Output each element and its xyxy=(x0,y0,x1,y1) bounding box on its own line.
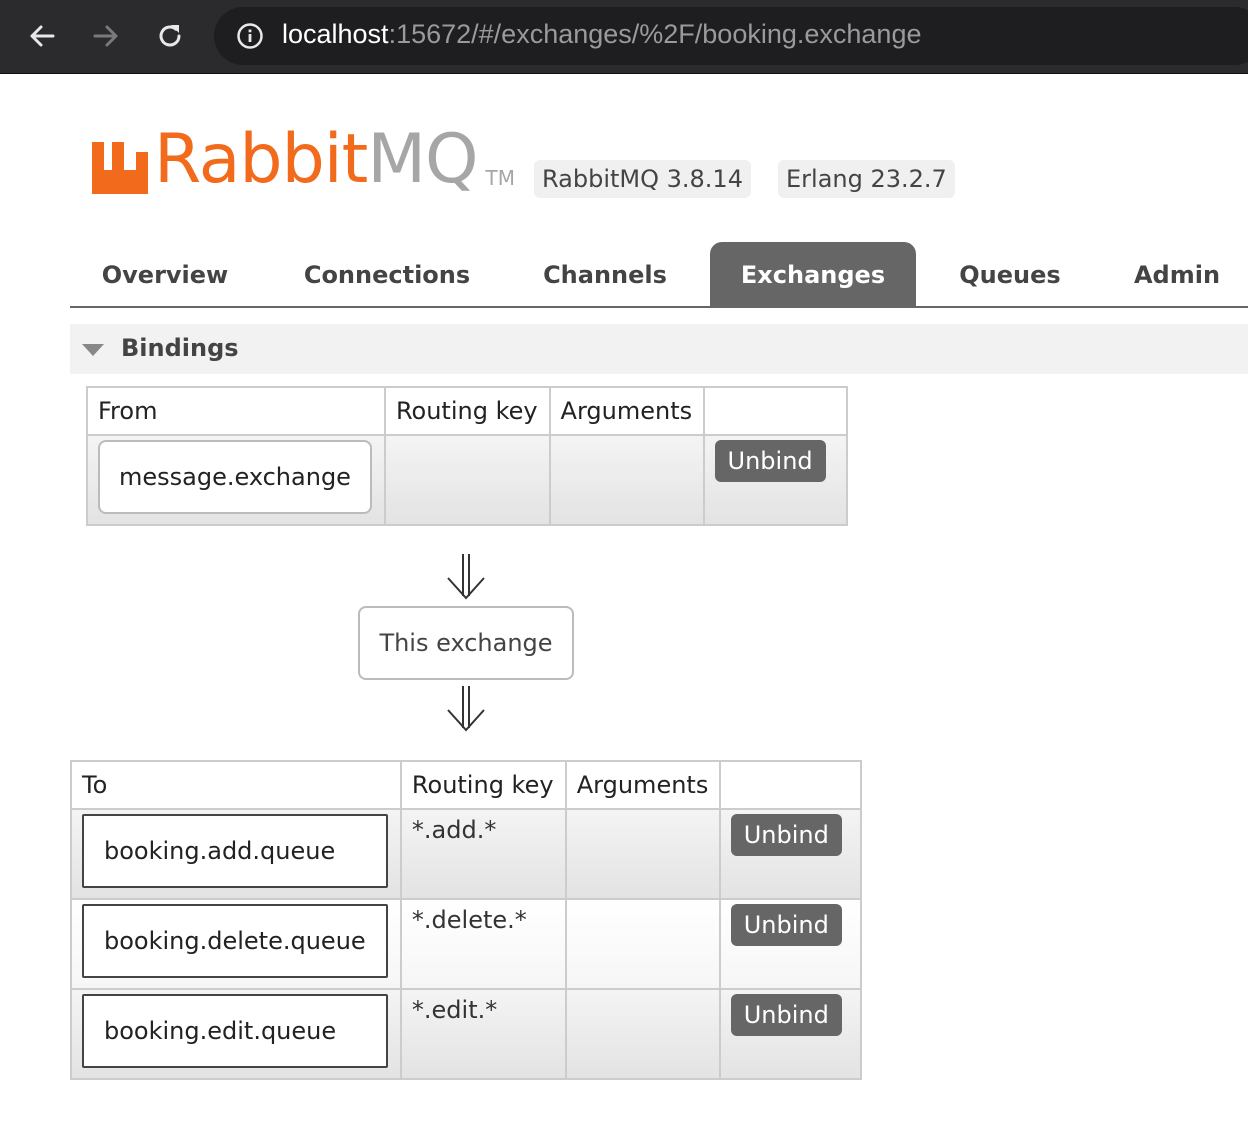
forward-arrow-icon[interactable] xyxy=(84,14,128,58)
destination-queue-link[interactable]: booking.add.queue xyxy=(82,814,388,888)
rabbit-logo-icon xyxy=(92,132,148,194)
rabbitmq-logo[interactable]: Rabbit MQ TM xyxy=(92,124,515,194)
column-header-routing-key: Routing key xyxy=(383,386,551,436)
routing-key-cell: *.delete.* xyxy=(411,906,527,934)
unbind-button[interactable]: Unbind xyxy=(730,994,842,1036)
double-down-arrow-icon xyxy=(447,554,485,600)
column-header-arguments: Arguments xyxy=(548,386,705,436)
tab-overview[interactable]: Overview xyxy=(88,242,242,306)
url-host: localhost xyxy=(282,19,389,49)
arguments-cell xyxy=(551,436,703,442)
arguments-cell xyxy=(567,900,719,906)
table-row: booking.add.queue *.add.* Unbind xyxy=(70,808,863,900)
double-down-arrow-icon xyxy=(447,686,485,732)
section-title: Bindings xyxy=(121,334,239,362)
column-header-arguments: Arguments xyxy=(564,760,721,810)
url-path: :15672/#/exchanges/%2F/booking.exchange xyxy=(388,19,922,49)
unbind-button[interactable]: Unbind xyxy=(714,440,826,482)
column-header-actions xyxy=(718,760,863,810)
column-header-to: To xyxy=(70,760,402,810)
from-bindings-table: From Routing key Arguments message.excha… xyxy=(86,386,849,526)
table-row: booking.delete.queue *.delete.* Unbind xyxy=(70,898,863,990)
column-header-from: From xyxy=(86,386,386,436)
url-text: localhost:15672/#/exchanges/%2F/booking.… xyxy=(282,19,921,50)
arguments-cell xyxy=(567,990,719,996)
erlang-version-badge: Erlang 23.2.7 xyxy=(778,160,955,198)
tab-exchanges[interactable]: Exchanges xyxy=(710,242,916,306)
address-bar[interactable]: localhost:15672/#/exchanges/%2F/booking.… xyxy=(214,7,1248,65)
tab-queues[interactable]: Queues xyxy=(944,242,1076,306)
routing-key-cell xyxy=(386,436,549,442)
arguments-cell xyxy=(567,810,719,816)
unbind-button[interactable]: Unbind xyxy=(730,904,842,946)
main-nav-tabs: Overview Connections Channels Exchanges … xyxy=(70,242,1248,308)
table-row: booking.edit.queue *.edit.* Unbind xyxy=(70,988,863,1080)
back-arrow-icon[interactable] xyxy=(20,14,64,58)
info-icon[interactable] xyxy=(236,22,264,50)
destination-queue-link[interactable]: booking.delete.queue xyxy=(82,904,388,978)
tab-channels[interactable]: Channels xyxy=(530,242,680,306)
to-bindings-table: To Routing key Arguments booking.add.que… xyxy=(70,760,863,1080)
rabbitmq-version-badge: RabbitMQ 3.8.14 xyxy=(534,160,751,198)
tab-admin[interactable]: Admin xyxy=(1120,242,1234,306)
bindings-section-toggle[interactable]: Bindings xyxy=(70,324,1248,374)
destination-queue-link[interactable]: booking.edit.queue xyxy=(82,994,388,1068)
logo-trademark: TM xyxy=(485,166,515,190)
table-row: message.exchange Unbind xyxy=(86,434,849,526)
column-header-routing-key: Routing key xyxy=(399,760,567,810)
tab-connections[interactable]: Connections xyxy=(292,242,482,306)
logo-text-rabbit: Rabbit xyxy=(154,120,368,199)
routing-key-cell: *.add.* xyxy=(411,816,497,844)
logo-text-mq: MQ xyxy=(367,120,478,199)
column-header-actions xyxy=(702,386,849,436)
unbind-button[interactable]: Unbind xyxy=(730,814,842,856)
this-exchange-box: This exchange xyxy=(358,606,574,680)
source-exchange-link[interactable]: message.exchange xyxy=(98,440,372,514)
reload-icon[interactable] xyxy=(148,14,192,58)
routing-key-cell: *.edit.* xyxy=(411,996,498,1024)
browser-toolbar: localhost:15672/#/exchanges/%2F/booking.… xyxy=(0,0,1248,74)
collapse-triangle-icon xyxy=(82,344,104,356)
